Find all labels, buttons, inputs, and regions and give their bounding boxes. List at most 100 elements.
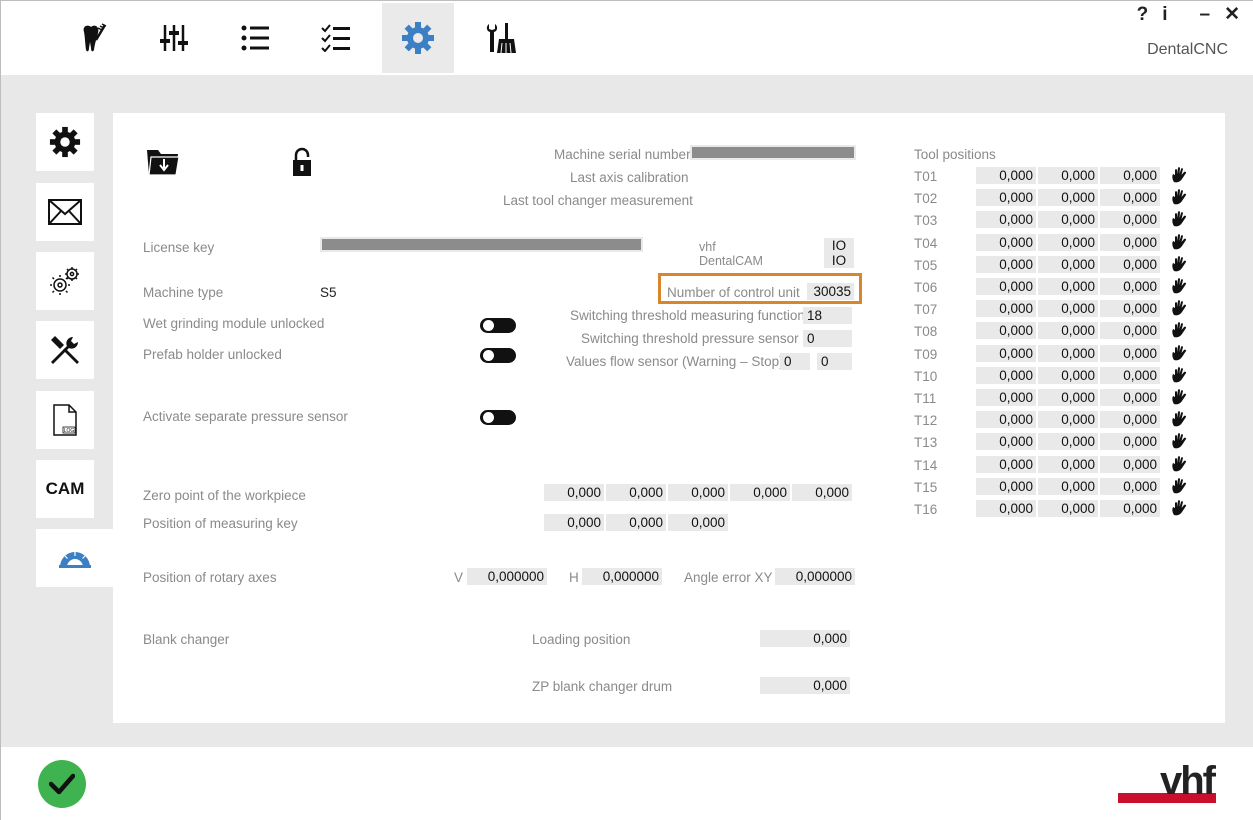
tool-label: T05 [914, 258, 938, 273]
prefab-holder-label: Prefab holder unlocked [143, 347, 282, 362]
tool-position-field: 0,000 [976, 389, 1036, 406]
zero-point-label: Zero point of the workpiece [143, 488, 306, 503]
hand-icon[interactable] [1171, 167, 1187, 184]
tab-parameters[interactable] [138, 3, 210, 73]
hand-icon[interactable] [1171, 278, 1187, 295]
hand-icon[interactable] [1171, 433, 1187, 450]
tab-checklist[interactable] [300, 3, 372, 73]
hand-icon[interactable] [1171, 411, 1187, 428]
confirm-button[interactable] [38, 760, 86, 808]
flow-sensor-label: Values flow sensor (Warning – Stop) [566, 354, 784, 369]
side-nav-mail[interactable] [36, 183, 94, 241]
tool-position-field: 0,000 [1100, 500, 1160, 517]
close-button[interactable]: ✕ [1224, 3, 1242, 26]
minimize-button[interactable]: – [1200, 4, 1213, 26]
side-nav-cam[interactable]: CAM [36, 460, 94, 518]
tool-position-field: 0,000 [1100, 367, 1160, 384]
gears-icon [50, 267, 79, 295]
tool-label: T07 [914, 302, 938, 317]
unlock-icon[interactable] [291, 147, 313, 177]
wet-grinding-toggle[interactable] [480, 318, 516, 333]
switching-pressure-label: Switching threshold pressure sensor [581, 331, 799, 346]
tool-position-field: 0,000 [1100, 433, 1160, 450]
info-button[interactable]: i [1162, 4, 1169, 26]
protractor-icon [58, 552, 91, 568]
hand-icon[interactable] [1171, 256, 1187, 273]
hand-icon[interactable] [1171, 234, 1187, 251]
side-nav-log[interactable]: LOG [36, 391, 94, 449]
tool-position-field: 0,000 [976, 256, 1036, 273]
log-file-icon: LOG [53, 404, 77, 436]
tool-position-field: 0,000 [1038, 322, 1098, 339]
tool-position-field: 0,000 [976, 345, 1036, 362]
machine-type-label: Machine type [143, 285, 224, 300]
folder-import-icon[interactable] [146, 146, 180, 176]
sliders-icon [160, 25, 188, 51]
tool-label: T02 [914, 191, 938, 206]
measuring-key-label: Position of measuring key [143, 516, 298, 531]
measuring-key-field: 0,000 [544, 514, 604, 531]
app-name: DentalCNC [1147, 41, 1228, 58]
tool-label: T15 [914, 480, 938, 495]
tool-position-field: 0,000 [1038, 433, 1098, 450]
help-button[interactable]: ? [1137, 4, 1151, 26]
app-window: ? i – ✕ DentalCNC LOG CAM Machine serial… [0, 0, 1253, 820]
angle-error-label: Angle error XY [684, 570, 773, 585]
tool-label: T14 [914, 458, 938, 473]
tool-position-field: 0,000 [976, 456, 1036, 473]
zero-point-field: 0,000 [544, 484, 604, 501]
side-nav-gears[interactable] [36, 252, 94, 310]
prefab-holder-toggle[interactable] [480, 348, 516, 363]
hand-icon[interactable] [1171, 456, 1187, 473]
serial-number-label: Machine serial number [554, 147, 691, 162]
side-nav-tools[interactable] [36, 321, 94, 379]
tool-position-field: 0,000 [1038, 367, 1098, 384]
checklist-icon [321, 24, 350, 52]
zero-point-field: 0,000 [668, 484, 728, 501]
hand-icon[interactable] [1171, 345, 1187, 362]
tool-label: T12 [914, 413, 938, 428]
zp-blank-changer-field: 0,000 [760, 677, 850, 694]
hand-icon[interactable] [1171, 189, 1187, 206]
tool-position-field: 0,000 [1100, 478, 1160, 495]
hand-icon[interactable] [1171, 367, 1187, 384]
wet-grinding-label: Wet grinding module unlocked [143, 316, 325, 331]
tool-position-field: 0,000 [1100, 234, 1160, 251]
tab-settings[interactable] [382, 3, 454, 73]
hand-icon[interactable] [1171, 300, 1187, 317]
tool-position-field: 0,000 [976, 411, 1036, 428]
tool-position-field: 0,000 [1038, 167, 1098, 184]
flow-stop-field[interactable]: 0 [817, 353, 852, 370]
tool-position-field: 0,000 [1100, 167, 1160, 184]
h-field: 0,000000 [582, 568, 662, 585]
side-nav-general[interactable] [36, 113, 94, 171]
tool-position-field: 0,000 [1100, 211, 1160, 228]
vhf-io-value: IO [824, 238, 854, 253]
tool-label: T03 [914, 213, 938, 228]
switching-pressure-field[interactable]: 0 [803, 330, 852, 347]
tool-position-field: 0,000 [1100, 345, 1160, 362]
hand-icon[interactable] [1171, 322, 1187, 339]
switching-measuring-label: Switching threshold measuring function [570, 308, 805, 323]
hand-icon[interactable] [1171, 478, 1187, 495]
separate-pressure-toggle[interactable] [480, 410, 516, 425]
tool-position-field: 0,000 [976, 500, 1036, 517]
tool-position-field: 0,000 [1038, 456, 1098, 473]
list-icon [241, 25, 269, 51]
tool-label: T08 [914, 324, 938, 339]
tab-list[interactable] [219, 3, 291, 73]
hand-icon[interactable] [1171, 211, 1187, 228]
tool-position-field: 0,000 [1038, 278, 1098, 295]
work-area: LOG CAM Machine serial number Last axis … [1, 75, 1253, 747]
tab-dental[interactable] [57, 3, 129, 73]
tab-maintenance[interactable] [465, 3, 537, 73]
v-field: 0,000000 [467, 568, 547, 585]
side-nav-calibration[interactable] [36, 529, 113, 587]
hand-icon[interactable] [1171, 389, 1187, 406]
switching-measuring-field[interactable]: 18 [803, 307, 852, 324]
hand-icon[interactable] [1171, 500, 1187, 517]
flow-warning-field[interactable]: 0 [780, 353, 810, 370]
serial-number-field [690, 145, 856, 160]
tool-position-field: 0,000 [1038, 389, 1098, 406]
machine-type-value: S5 [320, 285, 337, 300]
